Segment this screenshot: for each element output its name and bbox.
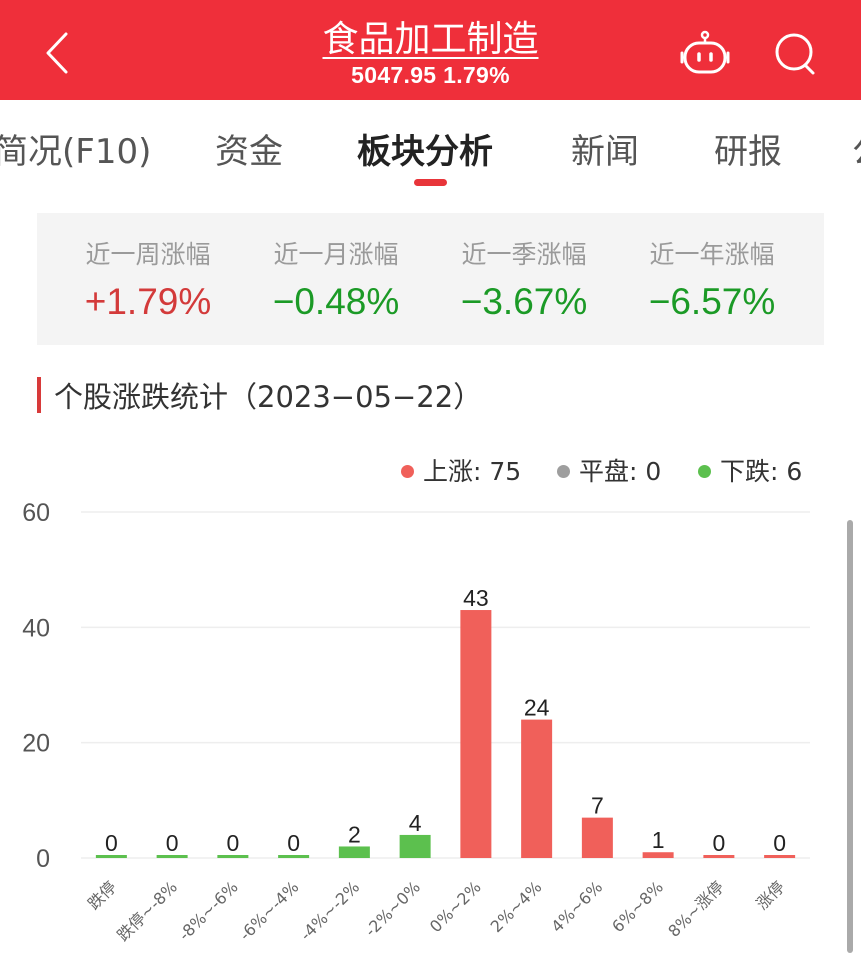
stat-value: −6.57% [648, 281, 776, 322]
stat-label: 近一月涨幅 [273, 240, 399, 269]
x-tick-label: -8%~-6% [175, 877, 242, 944]
stat-label: 近一季涨幅 [461, 240, 587, 269]
bar-value-label: 0 [226, 830, 239, 856]
index-change: 1.79% [443, 62, 510, 88]
x-tick-label: -2%~0% [361, 877, 424, 940]
x-tick-label: 涨停 [752, 877, 788, 913]
tab-news[interactable]: 新闻 [571, 124, 639, 173]
bar-value-label: 43 [463, 585, 489, 611]
bar-value-label: 0 [287, 830, 300, 856]
legend-up: 上涨: 75 [401, 452, 521, 488]
tab-capital[interactable]: 资金 [215, 124, 283, 173]
robot-icon[interactable] [677, 30, 733, 76]
bar-value-label: 0 [712, 830, 725, 856]
x-tick-label: 跌停 [84, 877, 120, 913]
x-tick-label: 4%~6% [547, 877, 606, 936]
y-tick-label: 0 [36, 845, 50, 873]
legend-label: 平盘: 0 [579, 457, 662, 486]
stat-label: 近一年涨幅 [649, 240, 775, 269]
top-bar: 食品加工制造 5047.95 1.79% [0, 0, 861, 100]
bar [399, 834, 431, 858]
y-tick-label: 60 [22, 499, 50, 527]
search-icon[interactable] [770, 30, 820, 80]
performance-summary: 近一周涨幅 +1.79% 近一月涨幅 −0.48% 近一季涨幅 −3.67% 近… [37, 213, 824, 345]
stat-label: 近一周涨幅 [85, 240, 211, 269]
bar-value-label: 2 [348, 821, 361, 847]
x-tick-label: -4%~-2% [296, 877, 363, 944]
stat-value: +1.79% [84, 281, 212, 322]
tab-research[interactable]: 研报 [714, 124, 782, 173]
scrollbar[interactable] [847, 520, 853, 953]
stat-value: −3.67% [460, 281, 588, 322]
legend-label: 下跌: 6 [720, 457, 803, 486]
legend-dot-flat [557, 464, 570, 478]
x-tick-label: 2%~4% [487, 877, 546, 936]
x-tick-label: -6%~-4% [235, 877, 302, 944]
bar-value-label: 1 [652, 827, 665, 853]
x-tick-label: 6%~8% [608, 877, 667, 936]
tab-overview[interactable]: 简况(F10) [0, 124, 151, 173]
bar [338, 846, 370, 858]
legend-down: 下跌: 6 [698, 452, 802, 488]
bar-value-label: 0 [105, 830, 118, 856]
legend-flat: 平盘: 0 [557, 452, 661, 488]
section-accent-bar [37, 377, 41, 413]
stock-distribution-chart: 02040600跌停0跌停~-8%0-8%~-6%0-6%~-4%2-4%~-2… [22, 499, 810, 945]
bar-value-label: 4 [409, 810, 422, 836]
bar-value-label: 24 [524, 695, 550, 721]
legend-dot-down [698, 464, 711, 478]
x-tick-label: 8%~涨停 [664, 877, 727, 940]
bar-value-label: 7 [591, 793, 604, 819]
bar-value-label: 0 [166, 830, 179, 856]
legend-dot-up [401, 464, 414, 478]
x-tick-label: 0%~2% [426, 877, 485, 936]
y-tick-label: 20 [22, 730, 50, 758]
bar [521, 719, 553, 858]
section-title: 个股涨跌统计（2023−05−22） [54, 380, 483, 414]
x-tick-label: 跌停~-8% [113, 877, 181, 945]
tab-announcement[interactable]: 公 [852, 124, 861, 173]
active-tab-indicator [414, 179, 447, 186]
index-value: 5047.95 [351, 62, 437, 88]
bar [581, 817, 613, 858]
tab-bar: 简况(F10) 资金 板块分析 新闻 研报 公 [0, 100, 861, 196]
tab-sector-analysis[interactable]: 板块分析 [357, 124, 493, 173]
y-tick-label: 40 [22, 614, 50, 642]
bar [460, 610, 492, 858]
bar-value-label: 0 [773, 830, 786, 856]
legend-label: 上涨: 75 [423, 457, 522, 486]
stat-value: −0.48% [272, 281, 400, 322]
